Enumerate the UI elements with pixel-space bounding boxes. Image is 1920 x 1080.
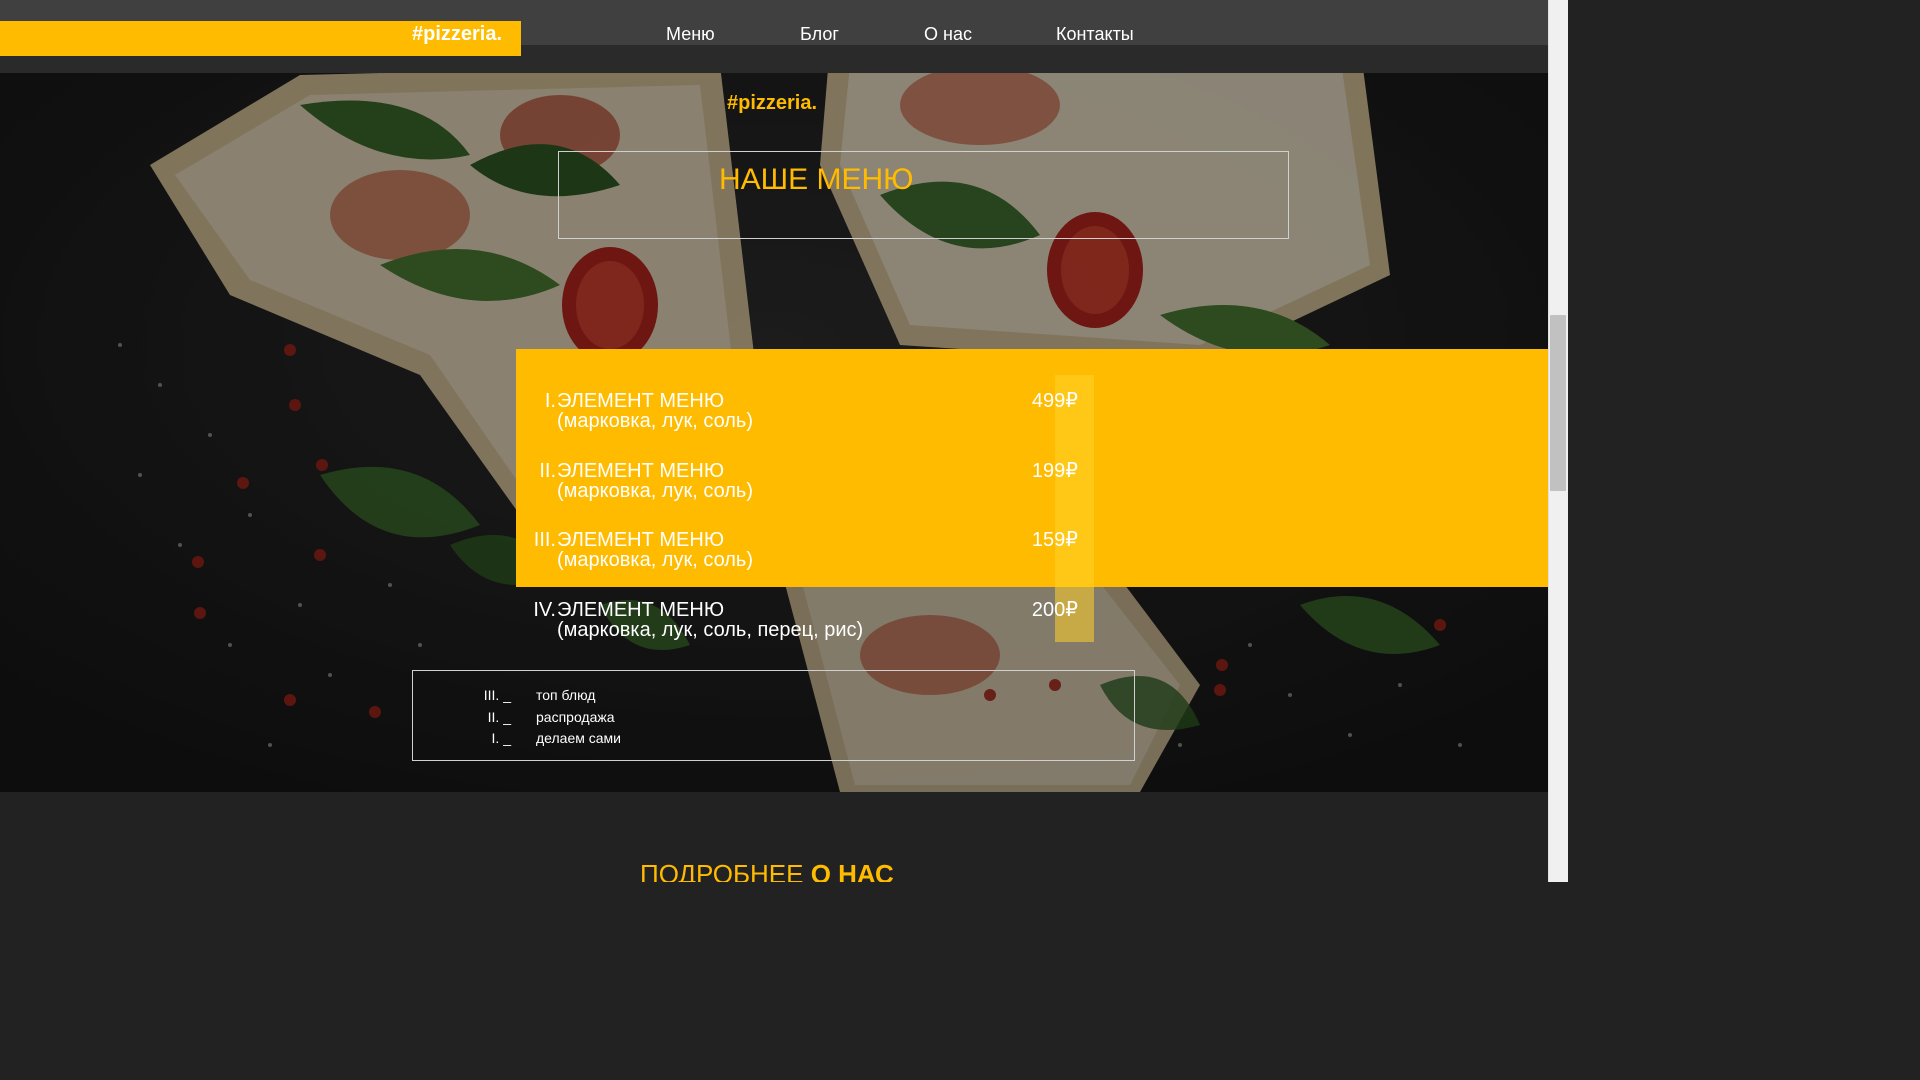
- tag-number: II. _: [487, 709, 511, 725]
- nav-link-contacts[interactable]: Контакты: [1056, 22, 1134, 46]
- tag-number: I. _: [491, 730, 511, 746]
- about-title-bold: О НАС: [810, 859, 894, 882]
- menu-item[interactable]: III. ЭЛЕМЕНТ МЕНЮ (марковка, лук, соль) …: [0, 529, 1548, 573]
- menu-title: НАШЕ МЕНЮ: [719, 163, 914, 196]
- hero-logo: #pizzeria.: [727, 92, 818, 114]
- nav-link-menu[interactable]: Меню: [666, 22, 715, 46]
- menu-item-number: III.: [533, 529, 556, 551]
- menu-item-price: 200₽: [1031, 599, 1078, 621]
- nav-link-blog[interactable]: Блог: [800, 22, 839, 46]
- page: #pizzeria. Меню Блог О нас Контакты #piz…: [0, 0, 1548, 882]
- menu-item-description: (марковка, лук, соль): [557, 410, 753, 432]
- nav-link-about[interactable]: О нас: [924, 22, 972, 46]
- menu-item-description: (марковка, лук, соль): [557, 549, 753, 571]
- menu-item-name: ЭЛЕМЕНТ МЕНЮ: [557, 390, 725, 412]
- site-logo[interactable]: #pizzeria.: [412, 21, 502, 47]
- menu-item-price: 159₽: [1031, 529, 1078, 551]
- about-title: ПОДРОБНЕЕ О НАС: [640, 858, 894, 882]
- scrollbar-thumb[interactable]: [1550, 315, 1566, 491]
- tag-number: III. _: [483, 687, 511, 703]
- menu-item-description: (марковка, лук, соль): [557, 480, 753, 502]
- menu-item-name: ЭЛЕМЕНТ МЕНЮ: [557, 460, 725, 482]
- menu-item[interactable]: I. ЭЛЕМЕНТ МЕНЮ (марковка, лук, соль) 49…: [0, 390, 1548, 434]
- tag-label: топ блюд: [536, 687, 596, 703]
- menu-title-frame: [558, 151, 1289, 239]
- menu-item[interactable]: IV. ЭЛЕМЕНТ МЕНЮ (марковка, лук, соль, п…: [0, 599, 1548, 643]
- about-title-light: ПОДРОБНЕЕ: [640, 859, 804, 882]
- menu-item-number: IV.: [533, 599, 556, 621]
- menu-item-description: (марковка, лук, соль, перец, рис): [557, 619, 864, 641]
- menu-item-name: ЭЛЕМЕНТ МЕНЮ: [557, 529, 725, 551]
- tag-label: делаем сами: [536, 730, 621, 746]
- menu-item-price: 199₽: [1031, 460, 1078, 482]
- tags-frame: [412, 670, 1135, 761]
- menu-item[interactable]: II. ЭЛЕМЕНТ МЕНЮ (марковка, лук, соль) 1…: [0, 460, 1548, 504]
- menu-item-number: I.: [544, 390, 556, 412]
- menu-item-name: ЭЛЕМЕНТ МЕНЮ: [557, 599, 725, 621]
- menu-item-number: II.: [539, 460, 556, 482]
- menu-item-price: 499₽: [1031, 390, 1078, 412]
- tag-label: распродажа: [536, 709, 615, 725]
